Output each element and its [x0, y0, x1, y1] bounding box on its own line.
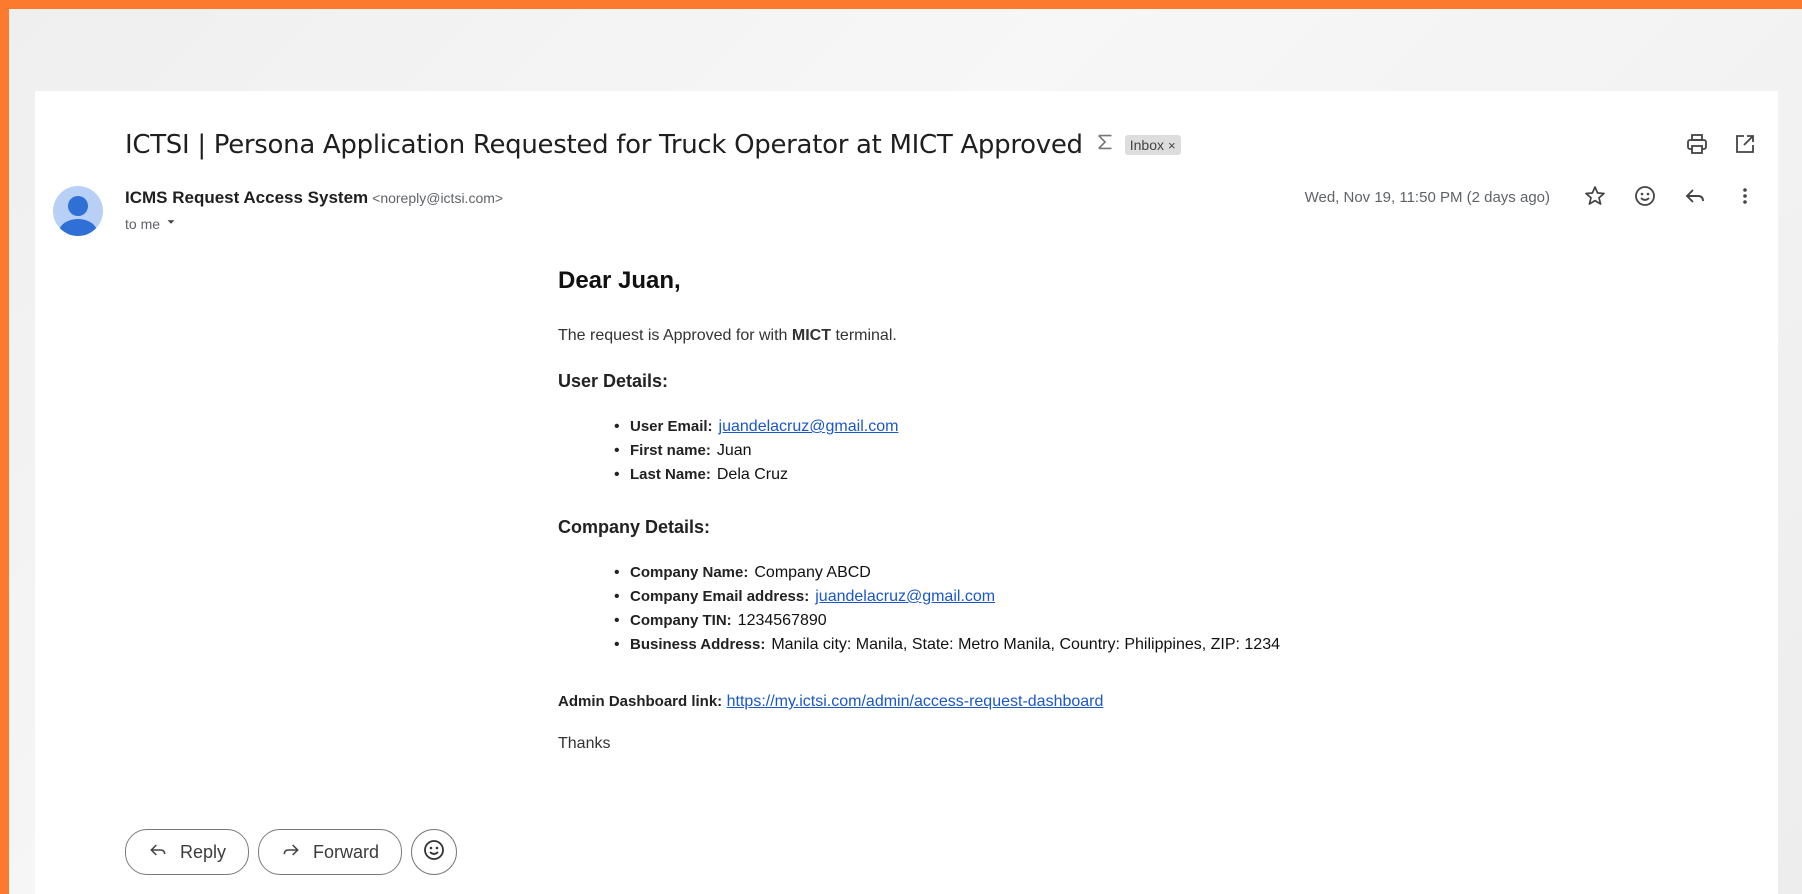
reply-actions: Reply Forward	[125, 829, 458, 875]
emoji-icon	[422, 838, 446, 867]
forward-button-label: Forward	[313, 841, 380, 862]
reply-icon	[148, 840, 168, 865]
email-view: ICTSI | Persona Application Requested fo…	[35, 91, 1778, 894]
list-item: User Email:juandelacruz@gmail.com	[614, 415, 898, 439]
admin-dashboard-line: Admin Dashboard link: https://my.ictsi.c…	[558, 693, 1104, 710]
print-icon[interactable]	[1684, 131, 1710, 157]
list-item: Company Email address:juandelacruz@gmail…	[614, 585, 1280, 609]
company-email-link[interactable]: juandelacruz@gmail.com	[815, 588, 995, 605]
importance-marker-icon[interactable]	[1095, 131, 1117, 159]
recipient-details-toggle[interactable]: to me	[125, 215, 178, 232]
open-in-new-window-icon[interactable]	[1732, 131, 1758, 157]
company-details-heading: Company Details:	[558, 517, 711, 537]
inbox-label-text: Inbox	[1129, 137, 1164, 153]
remove-label-icon[interactable]: ×	[1168, 138, 1176, 153]
forward-button[interactable]: Forward	[258, 829, 403, 875]
reply-icon[interactable]	[1682, 183, 1708, 209]
inbox-label-chip[interactable]: Inbox ×	[1124, 135, 1181, 155]
star-icon[interactable]	[1582, 183, 1608, 209]
sender-name[interactable]: ICMS Request Access System	[125, 188, 368, 207]
user-details-list: User Email:juandelacruz@gmail.com First …	[614, 415, 898, 487]
list-item: First name:Juan	[614, 439, 898, 463]
reply-button-label: Reply	[180, 841, 227, 862]
message-actions	[1582, 183, 1758, 209]
user-details-heading: User Details:	[558, 371, 669, 391]
sender-email: <noreply@ictsi.com>	[372, 190, 504, 206]
company-details-list: Company Name:Company ABCD Company Email …	[614, 561, 1280, 657]
emoji-icon[interactable]	[1632, 183, 1658, 209]
intro-paragraph: The request is Approved for with MICT te…	[558, 327, 897, 344]
greeting: Dear Juan,	[558, 267, 681, 294]
sender-line: ICMS Request Access System <noreply@ictsi…	[125, 188, 503, 208]
list-item: Company Name:Company ABCD	[614, 561, 1280, 585]
admin-dashboard-link[interactable]: https://my.ictsi.com/admin/access-reques…	[727, 693, 1104, 710]
list-item: Business Address:Manila city: Manila, St…	[614, 633, 1280, 657]
email-date: Wed, Nov 19, 11:50 PM (2 days ago)	[1304, 189, 1550, 206]
closing-text: Thanks	[558, 735, 611, 752]
user-email-link[interactable]: juandelacruz@gmail.com	[719, 418, 899, 435]
thread-actions	[1684, 131, 1758, 157]
list-item: Company TIN:1234567890	[614, 609, 1280, 633]
email-subject: ICTSI | Persona Application Requested fo…	[125, 130, 1083, 160]
reply-button[interactable]: Reply	[125, 829, 250, 875]
subject-row: ICTSI | Persona Application Requested fo…	[125, 125, 1181, 165]
more-vert-icon[interactable]	[1732, 183, 1758, 209]
forward-icon	[281, 840, 301, 865]
sender-avatar[interactable]	[53, 186, 103, 236]
list-item: Last Name:Dela Cruz	[614, 463, 898, 487]
recipient-label: to me	[125, 215, 161, 232]
emoji-reaction-button[interactable]	[411, 829, 458, 875]
chevron-down-icon	[164, 215, 178, 232]
